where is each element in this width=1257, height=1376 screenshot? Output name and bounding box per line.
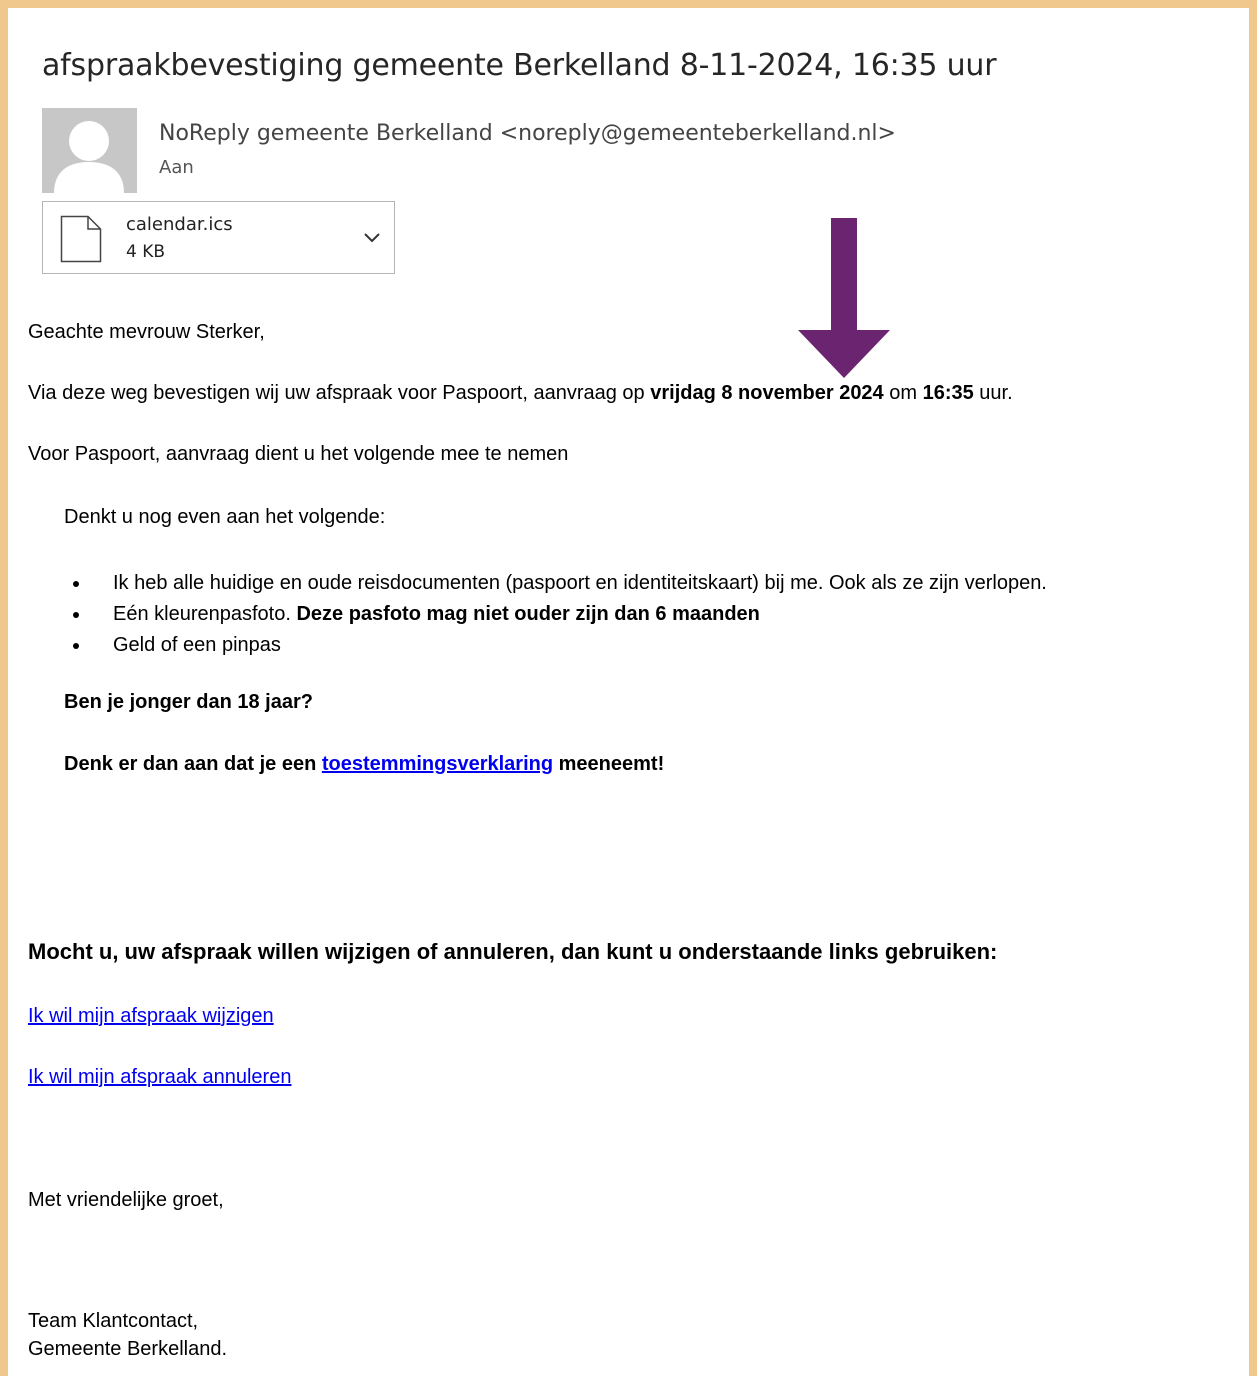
change-link-row: Ik wil mijn afspraak wijzigen <box>28 1004 274 1028</box>
list-item: Eén kleurenpasfoto. Deze pasfoto mag nie… <box>64 599 1047 630</box>
chevron-down-icon[interactable] <box>364 231 380 249</box>
closing: Met vriendelijke groet, <box>28 1189 224 1211</box>
avatar <box>42 108 137 193</box>
signature-line-2: Gemeente Berkelland. <box>28 1338 228 1360</box>
sender[interactable]: NoReply gemeente Berkelland <noreply@gem… <box>159 121 896 146</box>
list-item-bold-text: Deze pasfoto mag niet ouder zijn dan 6 m… <box>296 603 760 625</box>
confirmation-text: Via deze weg bevestigen wij uw afspraak … <box>28 381 1013 405</box>
list-item: Ik heb alle huidige en oude reisdocument… <box>64 568 1047 599</box>
confirmation-suffix: uur. <box>973 382 1013 404</box>
list-item: Geld of een pinpas <box>64 630 1047 661</box>
file-icon <box>60 215 102 268</box>
minor-question: Ben je jonger dan 18 jaar? <box>64 690 313 714</box>
greeting: Geachte mevrouw Sterker, <box>28 321 265 343</box>
consent-form-link[interactable]: toestemmingsverklaring <box>322 753 553 775</box>
person-icon <box>42 108 137 193</box>
signature-line-1: Team Klantcontact, <box>28 1310 199 1332</box>
email-subject: afspraakbevestiging gemeente Berkelland … <box>42 48 997 83</box>
cancel-link-row: Ik wil mijn afspraak annuleren <box>28 1065 291 1089</box>
appointment-date: vrijdag 8 november 2024 <box>650 382 884 404</box>
attachment-name: calendar.ics <box>126 214 233 235</box>
minor-question-text: Ben je jonger dan 18 jaar? <box>64 691 313 713</box>
bring-intro: Voor Paspoort, aanvraag dient u het volg… <box>28 443 569 465</box>
confirmation-prefix: Via deze weg bevestigen wij uw afspraak … <box>28 382 651 404</box>
attachment-card[interactable]: calendar.ics 4 KB <box>42 201 395 274</box>
list-item-text: Ik heb alle huidige en oude reisdocument… <box>113 572 1047 594</box>
consent-prefix: Denk er dan aan dat je een <box>64 753 322 775</box>
change-appointment-link[interactable]: Ik wil mijn afspraak wijzigen <box>28 1005 274 1027</box>
change-heading: Mocht u, uw afspraak willen wijzigen of … <box>28 939 998 964</box>
list-item-text: Geld of een pinpas <box>113 634 281 656</box>
consent-suffix: meeneemt! <box>553 753 665 775</box>
list-item-text: Eén kleurenpasfoto. <box>113 603 297 625</box>
reminder-intro: Denkt u nog even aan het volgende: <box>64 506 386 528</box>
appointment-time: 16:35 <box>922 382 974 404</box>
attachment-size: 4 KB <box>126 242 166 262</box>
confirmation-mid: om <box>883 382 923 404</box>
down-arrow-icon <box>798 218 890 383</box>
requirements-list: Ik heb alle huidige en oude reisdocument… <box>64 568 1047 661</box>
cancel-appointment-link[interactable]: Ik wil mijn afspraak annuleren <box>28 1066 291 1088</box>
recipient-label: Aan <box>159 157 194 178</box>
consent-note: Denk er dan aan dat je een toestemmingsv… <box>64 752 664 776</box>
